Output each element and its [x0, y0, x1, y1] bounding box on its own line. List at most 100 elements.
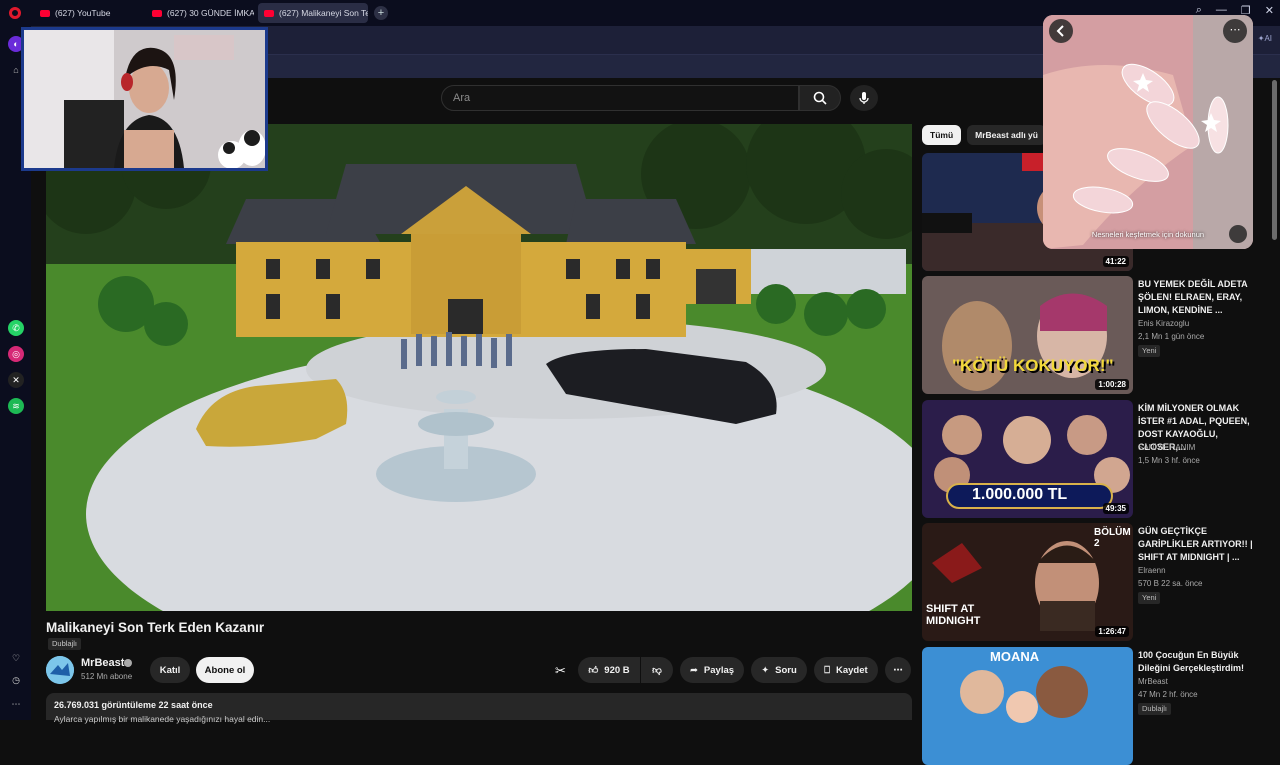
ask-button[interactable]: ✦ Soru [751, 657, 807, 683]
lens-hint-text: Nesneleri keşfetmek için dokunun [1091, 230, 1205, 239]
spotify-icon[interactable]: ≋ [8, 398, 24, 414]
x-icon[interactable]: ✕ [8, 372, 24, 388]
ask-label: Soru [775, 664, 797, 676]
video-thumbnail[interactable]: 1.000.000 TL 49:35 [922, 400, 1133, 518]
thumbnail-art [922, 276, 1133, 394]
youtube-favicon-icon [152, 9, 162, 17]
chip-from-channel[interactable]: MrBeast adlı yü [967, 125, 1046, 145]
recommendation-item[interactable]: MOANA 100 Çocuğun En Büyük Dileğini Gerç… [922, 647, 1262, 765]
video-thumbnail[interactable]: BÖLÜM 2 SHIFT AT MIDNIGHT 1:26:47 [922, 523, 1133, 641]
search-icon [813, 91, 827, 105]
save-button[interactable]: ⎕ Kaydet [814, 657, 878, 683]
dubbed-badge: Dublajlı [48, 638, 82, 650]
rec-meta: 47 Mn 2 hf. önce [1138, 690, 1198, 699]
ai-button[interactable]: ✦AI [1258, 34, 1272, 43]
more-icon[interactable]: ⋯ [8, 696, 24, 712]
search-input[interactable]: Ara [441, 85, 799, 111]
clip-icon[interactable]: ✂ [555, 663, 571, 679]
sparkle-icon: ✦ [761, 664, 770, 676]
instagram-icon[interactable]: ◎ [8, 346, 24, 362]
new-badge: Yeni [1138, 345, 1161, 357]
share-button[interactable]: ➦ Paylaş [680, 657, 744, 683]
description-text: Aylarca yapılmış bir malikanede yaşadığı… [54, 714, 271, 724]
join-button[interactable]: Katıl [150, 657, 190, 683]
youtube-favicon-icon [40, 9, 50, 17]
rec-title[interactable]: 100 Çocuğun En Büyük Dileğini Gerçekleşt… [1138, 649, 1262, 675]
description-box[interactable]: 26.769.031 görüntüleme 22 saat önce Ayla… [46, 693, 912, 724]
opera-logo[interactable] [0, 0, 30, 26]
rec-title[interactable]: BU YEMEK DEĞİL ADETA ŞÖLEN! ELRAEN, ERAY… [1138, 278, 1262, 317]
episode-label: BÖLÜM 2 [1094, 527, 1131, 549]
tab-label: (627) 30 GÜNDE İMKANSI [167, 8, 254, 18]
rec-channel[interactable]: MrBeast [1138, 677, 1168, 686]
share-icon: ➦ [689, 664, 698, 676]
thumbnail-art [922, 647, 1133, 765]
tab-label: (627) YouTube [55, 8, 111, 18]
like-icon: 👍︎ [588, 665, 599, 676]
heart-icon[interactable]: ♡ [8, 650, 24, 666]
subscribe-button[interactable]: Abone ol [196, 657, 254, 683]
bookmark-icon: ⎕ [824, 664, 830, 676]
video-frame-mansion [46, 124, 912, 611]
dubbed-badge: Dublajlı [1138, 703, 1172, 715]
rec-channel[interactable]: SANİYE HANIM [1138, 443, 1195, 452]
duration-badge: 41:22 [1102, 256, 1129, 267]
video-thumbnail[interactable]: "KÖTÜ KOKUYOR!" 1:00:28 [922, 276, 1133, 394]
video-player[interactable] [46, 124, 912, 611]
subscriber-count: 512 Mn abone [81, 672, 133, 681]
close-icon[interactable]: ✕ [1265, 4, 1274, 17]
video-title: Malikaneyi Son Terk Eden Kazanır [46, 620, 265, 635]
rec-title[interactable]: GÜN GEÇTİKÇE GARİPLİKLER ARTIYOR!! | SHI… [1138, 525, 1262, 564]
history-icon[interactable]: ◷ [8, 672, 24, 688]
voice-search-button[interactable] [850, 85, 878, 111]
search-button[interactable] [799, 85, 841, 111]
filter-chips: Tümü MrBeast adlı yü [922, 125, 1046, 145]
rec-meta: 2,1 Mn 1 gün önce [1138, 332, 1205, 341]
tab-malikaneyi[interactable]: (627) Malikaneyi Son Teri [258, 3, 368, 23]
lens-icon[interactable] [1229, 225, 1247, 243]
rec-channel[interactable]: Enis Kirazoglu [1138, 319, 1189, 328]
new-badge: Yeni [1138, 592, 1161, 604]
chevron-left-icon [1056, 25, 1064, 37]
nails-image [1043, 15, 1253, 249]
more-icon: ⋯ [893, 664, 903, 676]
view-count: 26.769.031 görüntüleme 22 saat önce [54, 700, 213, 710]
rec-meta: 1,5 Mn 3 hf. önce [1138, 456, 1200, 465]
whatsapp-icon[interactable]: ✆ [8, 320, 24, 336]
microphone-icon [859, 92, 869, 104]
scrollbar[interactable] [1272, 80, 1277, 240]
like-button[interactable]: 👍︎ 920 B [578, 657, 640, 683]
subscribe-label: Abone ol [204, 664, 246, 676]
duration-badge: 1:00:28 [1095, 379, 1129, 390]
channel-name[interactable]: MrBeast [81, 657, 124, 669]
tab-30-gunde[interactable]: (627) 30 GÜNDE İMKANSI [146, 3, 254, 23]
chip-all[interactable]: Tümü [922, 125, 962, 145]
more-actions-button[interactable]: ⋯ [885, 657, 911, 683]
streamer-webcam-overlay [21, 27, 268, 171]
duration-badge: 49:35 [1102, 503, 1129, 514]
tab-youtube-home[interactable]: (627) YouTube [34, 3, 142, 23]
new-tab-button[interactable]: + [374, 6, 388, 20]
share-label: Paylaş [703, 664, 735, 676]
like-count: 920 B [604, 664, 630, 676]
verified-icon [124, 659, 132, 667]
recommendation-item[interactable]: "KÖTÜ KOKUYOR!" 1:00:28 BU YEMEK DEĞİL A… [922, 276, 1262, 394]
join-label: Katıl [159, 664, 181, 676]
back-button[interactable] [1049, 19, 1073, 43]
video-thumbnail[interactable]: MOANA [922, 647, 1133, 765]
channel-logo [46, 656, 74, 684]
recommendation-item[interactable]: 1.000.000 TL 49:35 KİM MİLYONER OLMAK İS… [922, 400, 1262, 518]
thumbnail-caption: MOANA [990, 649, 1040, 664]
floating-mini-player[interactable]: ⋯ Nesneleri keşfetmek için dokunun [1043, 15, 1253, 249]
dislike-button[interactable]: 👎︎ [641, 657, 673, 683]
rec-channel[interactable]: Elraenn [1138, 566, 1166, 575]
duration-badge: 1:26:47 [1095, 626, 1129, 637]
youtube-favicon-icon [264, 9, 274, 17]
recommendation-item[interactable]: BÖLÜM 2 SHIFT AT MIDNIGHT 1:26:47 GÜN GE… [922, 523, 1262, 641]
thumbnail-caption: SHIFT AT MIDNIGHT [926, 603, 981, 627]
tab-label: (627) Malikaneyi Son Teri [279, 8, 368, 18]
channel-avatar[interactable] [46, 656, 74, 684]
more-options-button[interactable]: ⋯ [1223, 19, 1247, 43]
rec-meta: 570 B 22 sa. önce [1138, 579, 1203, 588]
thumbnail-caption: 1.000.000 TL [972, 486, 1068, 503]
